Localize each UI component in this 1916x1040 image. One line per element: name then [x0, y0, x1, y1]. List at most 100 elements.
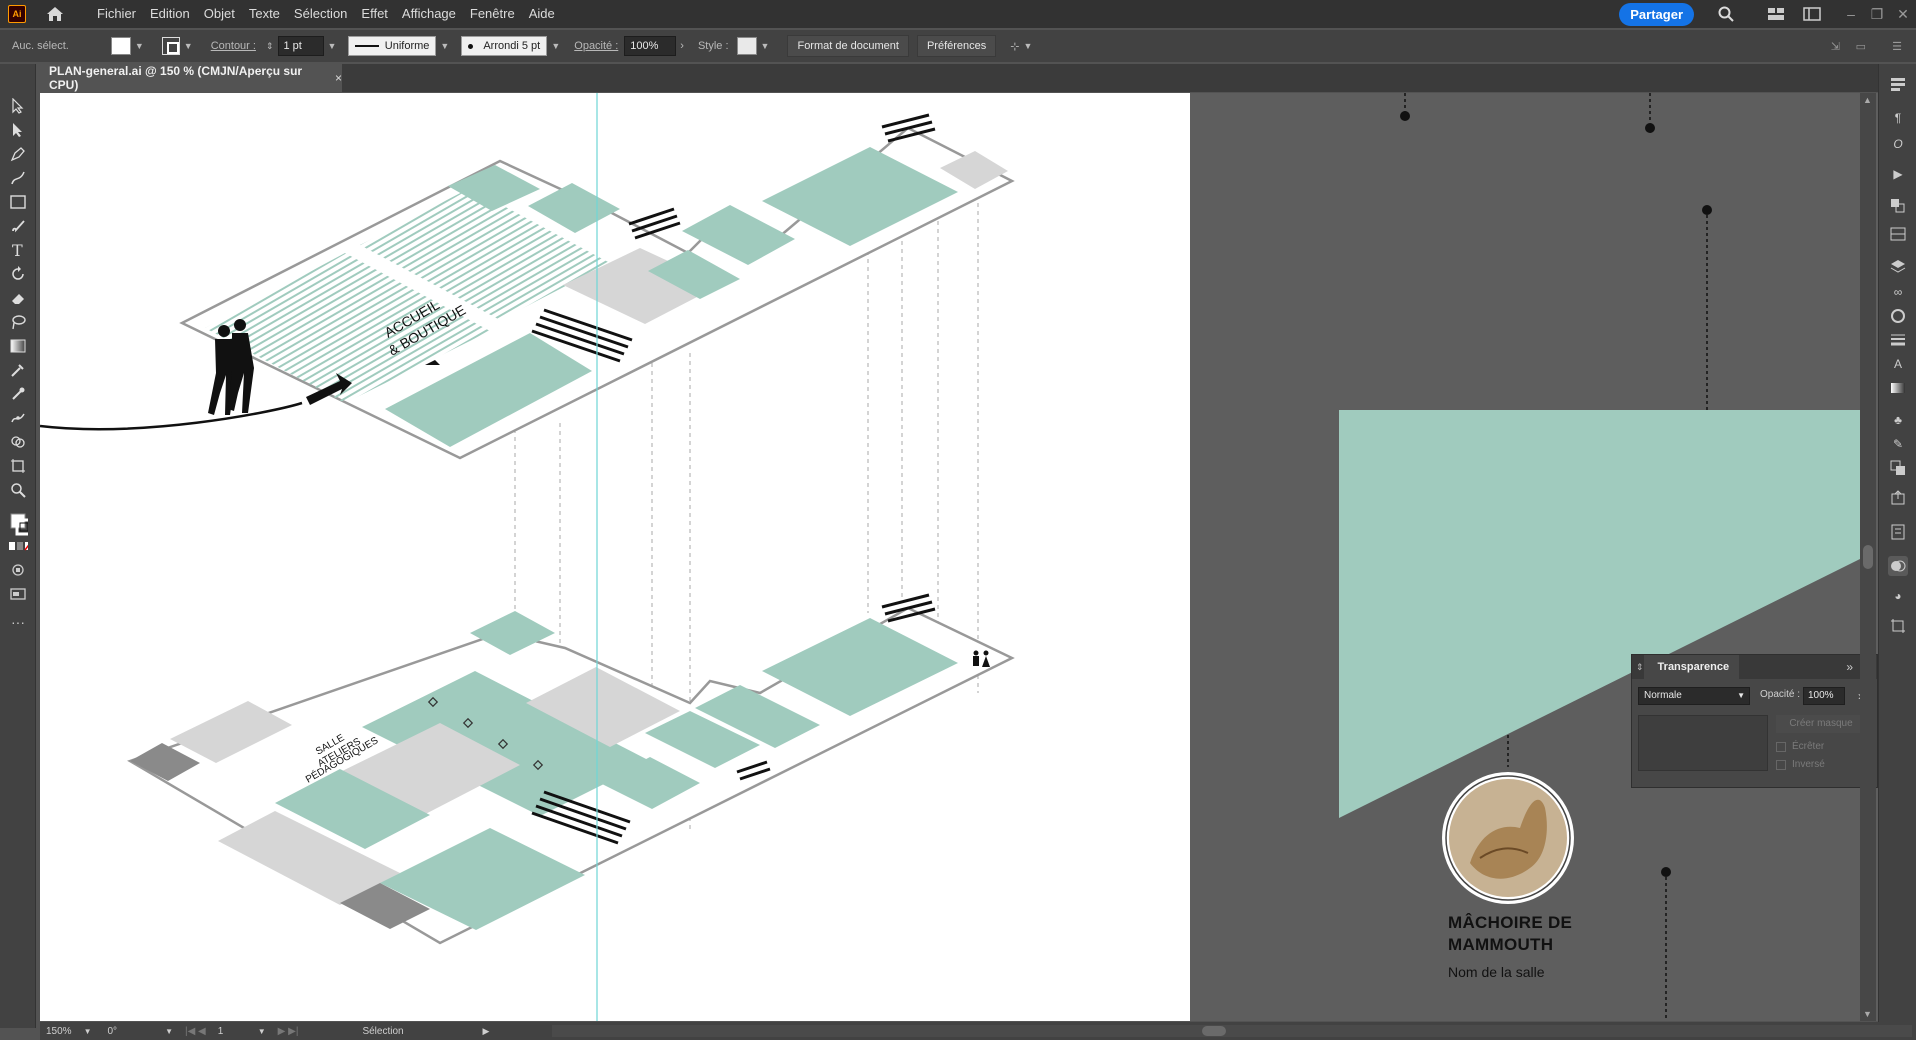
- scroll-up-icon[interactable]: ▲: [1863, 95, 1872, 105]
- pen-tool-icon[interactable]: [8, 144, 28, 164]
- color-guide-icon[interactable]: ◕: [1888, 586, 1908, 606]
- search-icon[interactable]: [1716, 4, 1736, 24]
- fill-swatch[interactable]: [110, 37, 131, 55]
- minimize-icon[interactable]: –: [1838, 6, 1864, 22]
- artboard-nav-last-icon[interactable]: ▶ ▶|: [272, 1026, 305, 1037]
- home-icon[interactable]: [44, 3, 66, 25]
- fill-dropdown-icon[interactable]: ▼: [135, 41, 144, 51]
- style-swatch[interactable]: [736, 37, 757, 55]
- artboard-number[interactable]: 1: [212, 1026, 252, 1037]
- rotate-tool-icon[interactable]: [8, 264, 28, 284]
- panel-toggle-icon-2[interactable]: ▭: [1856, 40, 1866, 53]
- panel-collapse-icon[interactable]: ⇕: [1636, 662, 1644, 673]
- stroke-weight-stepper-icon[interactable]: ⇕: [266, 41, 274, 52]
- lasso-tool-icon[interactable]: [8, 312, 28, 332]
- brush-dropdown-icon[interactable]: ▼: [551, 41, 560, 51]
- rotation-value[interactable]: 0°: [102, 1026, 124, 1037]
- blend-tool-icon[interactable]: [8, 384, 28, 404]
- stroke-weight-field[interactable]: 1 pt: [277, 36, 324, 56]
- artboard-tool-icon[interactable]: [8, 456, 28, 476]
- export-icon[interactable]: [1888, 488, 1908, 508]
- vertical-scrollbar[interactable]: ▲ ▼: [1860, 93, 1876, 1021]
- paragraph-icon[interactable]: ¶: [1888, 108, 1908, 128]
- horizontal-scrollbar[interactable]: [552, 1025, 1912, 1037]
- opacity-arrow-icon[interactable]: ›: [680, 40, 684, 52]
- align-options-dropdown-icon[interactable]: ▼: [1024, 41, 1033, 51]
- panel-toggle-icon-3[interactable]: ☰: [1892, 40, 1902, 53]
- preferences-button[interactable]: Préférences: [916, 35, 997, 57]
- character-icon[interactable]: A: [1888, 354, 1908, 374]
- zoom-tool-icon[interactable]: [8, 480, 28, 500]
- stroke-weight-dropdown-icon[interactable]: ▼: [328, 41, 337, 51]
- menu-texte[interactable]: Texte: [242, 0, 287, 28]
- draw-mode-icon[interactable]: [8, 560, 28, 580]
- rectangle-tool-icon[interactable]: [8, 192, 28, 212]
- profile-dropdown-icon[interactable]: ▼: [440, 41, 449, 51]
- variable-width-profile-select[interactable]: Uniforme: [348, 36, 437, 56]
- opacity-label[interactable]: Opacité :: [574, 40, 618, 52]
- horizontal-scroll-thumb[interactable]: [1202, 1026, 1226, 1036]
- more-tools-icon[interactable]: ···: [8, 612, 28, 632]
- fill-stroke-swap-icon[interactable]: [8, 504, 28, 536]
- artboard-dropdown-icon[interactable]: ▼: [252, 1027, 272, 1036]
- glyphs-icon[interactable]: O: [1888, 134, 1908, 154]
- menu-selection[interactable]: Sélection: [287, 0, 354, 28]
- curvature-tool-icon[interactable]: [8, 168, 28, 188]
- align-options-icon[interactable]: ⊹: [1010, 40, 1019, 53]
- stroke-panel-icon[interactable]: [1888, 330, 1908, 350]
- properties-icon[interactable]: [1888, 74, 1908, 94]
- transparency-tab[interactable]: Transparence: [1643, 655, 1740, 679]
- artboards-panel-icon[interactable]: [1888, 616, 1908, 636]
- puppet-warp-tool-icon[interactable]: [8, 408, 28, 428]
- share-button[interactable]: Partager: [1619, 2, 1694, 26]
- blend-mode-select[interactable]: Normale ▼: [1638, 687, 1750, 705]
- arrange-documents-icon[interactable]: [1766, 4, 1786, 24]
- document-tab[interactable]: PLAN-general.ai @ 150 % (CMJN/Aperçu sur…: [40, 64, 342, 92]
- transparency-opacity-field[interactable]: 100%: [1803, 687, 1845, 705]
- document-format-button[interactable]: Format de document: [787, 35, 909, 57]
- maximize-icon[interactable]: ❐: [1864, 6, 1890, 23]
- workspace-icon[interactable]: [1802, 4, 1822, 24]
- artboard-nav-first-icon[interactable]: |◀ ◀: [179, 1026, 212, 1037]
- document-info-icon[interactable]: [1888, 522, 1908, 542]
- menu-edition[interactable]: Edition: [143, 0, 197, 28]
- menu-effet[interactable]: Effet: [354, 0, 395, 28]
- screen-mode-icon[interactable]: [8, 584, 28, 604]
- eyedropper-tool-icon[interactable]: [8, 360, 28, 380]
- selection-tool-icon[interactable]: [8, 96, 28, 116]
- menu-fichier[interactable]: Fichier: [90, 0, 143, 28]
- zoom-dropdown-icon[interactable]: ▼: [78, 1027, 98, 1036]
- gradient-panel-icon[interactable]: [1888, 378, 1908, 398]
- opacity-field[interactable]: 100%: [624, 36, 677, 56]
- panel-expand-icon[interactable]: »: [1846, 660, 1853, 674]
- assets-icon[interactable]: [1888, 196, 1908, 216]
- zoom-level[interactable]: 150%: [40, 1026, 78, 1037]
- brushes-icon[interactable]: ✎: [1888, 434, 1908, 454]
- menu-aide[interactable]: Aide: [522, 0, 562, 28]
- type-tool-icon[interactable]: T: [8, 240, 28, 260]
- swatches-icon[interactable]: [1888, 458, 1908, 478]
- direct-selection-tool-icon[interactable]: [8, 120, 28, 140]
- scroll-down-icon[interactable]: ▼: [1863, 1009, 1872, 1019]
- appearance-icon[interactable]: [1888, 306, 1908, 326]
- style-dropdown-icon[interactable]: ▼: [761, 41, 770, 51]
- rotation-dropdown-icon[interactable]: ▼: [159, 1027, 179, 1036]
- close-tab-icon[interactable]: ×: [335, 71, 342, 85]
- eraser-tool-icon[interactable]: [8, 288, 28, 308]
- artboard[interactable]: ACCUEIL & BOUTIQUE SALLE ATELIERS PÉDAGO…: [40, 93, 1190, 1021]
- stroke-dropdown-icon[interactable]: ▼: [184, 41, 193, 51]
- menu-affichage[interactable]: Affichage: [395, 0, 463, 28]
- stroke-swatch[interactable]: [161, 37, 180, 55]
- close-window-icon[interactable]: ✕: [1890, 6, 1916, 23]
- clip-checkbox[interactable]: Écrêter: [1776, 741, 1824, 752]
- layers-icon[interactable]: [1888, 256, 1908, 276]
- panel-toggle-icon-1[interactable]: ⇲: [1831, 40, 1840, 53]
- paintbrush-tool-icon[interactable]: [8, 216, 28, 236]
- transparency-panel-icon[interactable]: [1888, 556, 1908, 576]
- libraries-icon[interactable]: [1888, 224, 1908, 244]
- create-mask-button[interactable]: Créer masque: [1776, 715, 1866, 733]
- invert-checkbox[interactable]: Inversé: [1776, 759, 1825, 770]
- brush-select[interactable]: Arrondi 5 pt: [461, 36, 548, 56]
- actions-play-icon[interactable]: ▶: [1888, 164, 1908, 184]
- shape-builder-tool-icon[interactable]: [8, 432, 28, 452]
